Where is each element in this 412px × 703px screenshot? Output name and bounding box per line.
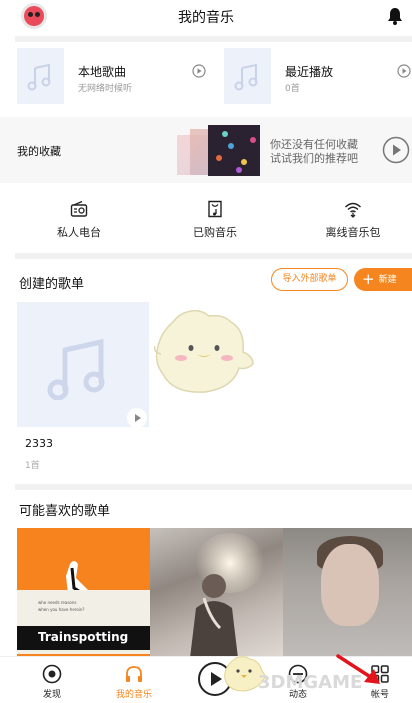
tab-label: 发现 (42, 690, 61, 700)
created-playlists-title: 创建的歌单 (19, 277, 85, 292)
playlist-play-icon[interactable] (127, 408, 147, 428)
music-note-icon (47, 338, 105, 400)
play-icon[interactable] (192, 64, 206, 78)
recommended-playlist-cover[interactable] (150, 528, 283, 664)
page-title: 我的音乐 (178, 10, 234, 26)
cover-title: Trainspotting (38, 630, 129, 644)
recent-played-card[interactable]: 最近播放 0首 (224, 48, 412, 104)
top-bar: 我的音乐 (0, 0, 412, 36)
purchased-music-icon (208, 200, 222, 218)
favorites-empty-line2: 试试我们的推荐吧 (270, 152, 358, 165)
playlist-name[interactable]: 2333 (25, 437, 53, 450)
recommended-playlist-cover[interactable] (283, 528, 412, 664)
section-divider (15, 36, 412, 42)
tab-discover[interactable]: 发现 (24, 664, 80, 700)
quick-action-radio[interactable]: 私人电台 (29, 200, 129, 240)
quick-action-label: 离线音乐包 (325, 226, 381, 239)
local-songs-card[interactable]: 本地歌曲 无网络时候听 (17, 48, 209, 104)
quick-action-offline[interactable]: 离线音乐包 (303, 200, 403, 240)
local-songs-thumbnail (17, 48, 64, 104)
chick-mascot-watermark (153, 309, 254, 393)
section-divider (15, 253, 412, 259)
quick-action-label: 已购音乐 (193, 226, 237, 239)
local-songs-title: 本地歌曲 (78, 65, 127, 79)
recommended-playlists-title: 可能喜欢的歌单 (19, 504, 111, 519)
plus-icon: + (362, 270, 375, 288)
cover-tagline-2: when you have heroin? (38, 607, 85, 612)
cover-portrait-face (321, 544, 379, 626)
favorites-label: 我的收藏 (17, 145, 61, 158)
new-playlist-button[interactable]: + 新建 (354, 268, 412, 291)
headphones-icon (126, 666, 142, 682)
import-playlist-button[interactable]: 导入外部歌单 (271, 268, 348, 291)
recent-played-subtitle: 0首 (285, 84, 300, 94)
tab-my-music[interactable]: 我的音乐 (106, 664, 162, 700)
recent-played-title: 最近播放 (285, 65, 334, 79)
new-playlist-label: 新建 (378, 275, 397, 285)
music-note-icon (234, 63, 258, 91)
quick-action-purchased[interactable]: 已购音乐 (165, 200, 265, 240)
offline-wifi-icon (345, 202, 361, 218)
quick-action-label: 私人电台 (57, 226, 101, 239)
recent-played-thumbnail (224, 48, 271, 104)
radio-icon (70, 200, 88, 217)
play-circle-icon[interactable] (382, 136, 410, 164)
playlist-cover[interactable] (17, 302, 149, 428)
section-divider (15, 484, 412, 490)
tab-label: 我的音乐 (115, 690, 152, 700)
playlist-count: 1首 (25, 461, 40, 471)
red-arrow-annotation (336, 654, 380, 684)
bell-icon[interactable] (387, 7, 403, 25)
cover-person-silhouette (190, 574, 238, 658)
cover-tagline-1: who needs reasons (38, 600, 77, 605)
music-note-icon (27, 63, 51, 91)
favorites-banner[interactable]: 我的收藏 你还没有任何收藏 试试我们的推荐吧 (0, 117, 412, 183)
local-songs-subtitle: 无网络时候听 (78, 84, 133, 94)
discover-icon (42, 664, 62, 684)
favorites-cover-image (208, 125, 260, 176)
play-icon[interactable] (397, 64, 411, 78)
recommended-playlist-cover[interactable]: who needs reasons when you have heroin? … (17, 528, 150, 664)
